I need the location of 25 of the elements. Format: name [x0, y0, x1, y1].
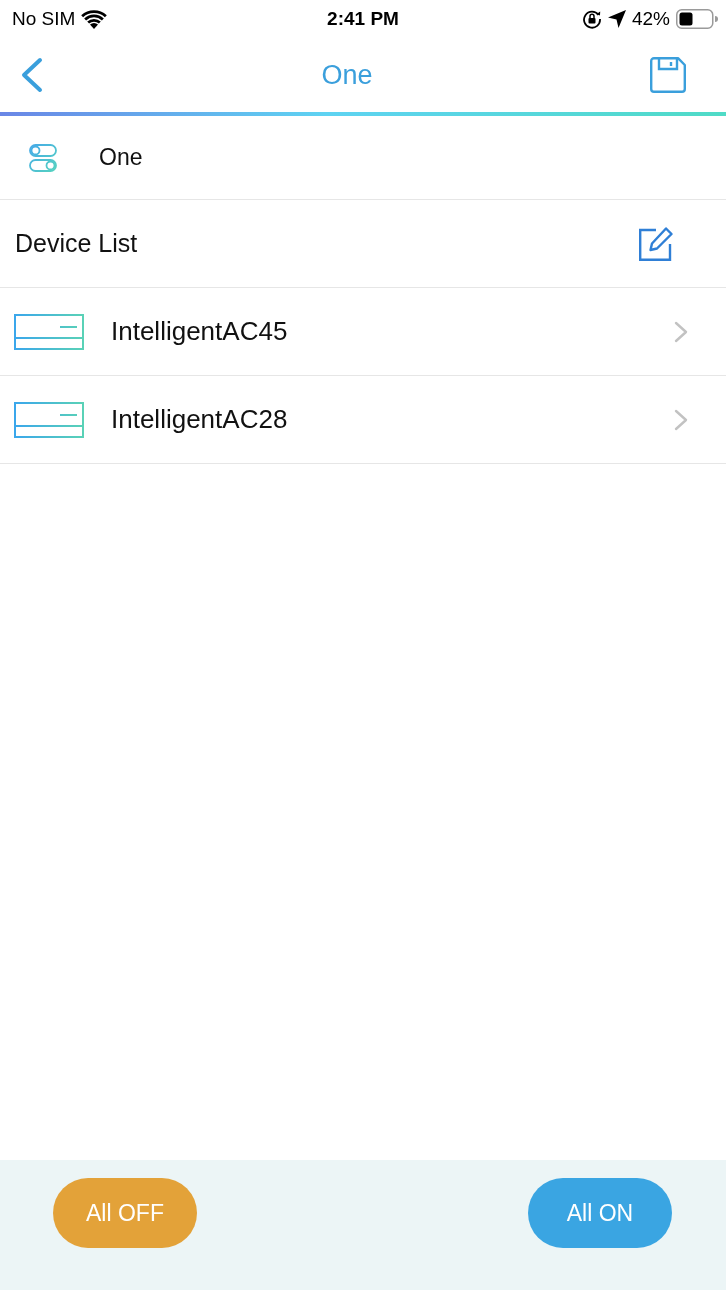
section-title: Device List: [15, 229, 138, 258]
device-name: IntelligentAC28: [111, 404, 289, 435]
wifi-icon: [81, 9, 108, 29]
back-button[interactable]: [20, 57, 44, 93]
battery-percent: 42%: [631, 8, 670, 30]
chevron-right-icon: [674, 408, 688, 431]
nav-title: One: [321, 59, 373, 91]
save-icon: [650, 57, 686, 93]
location-arrow-icon: [607, 10, 626, 28]
toggle-switches-icon: [29, 143, 57, 172]
scene-name: One: [99, 144, 143, 171]
battery-icon: [676, 9, 718, 29]
carrier-label: No SIM: [12, 8, 76, 30]
device-name: IntelligentAC45: [111, 316, 289, 347]
device-row[interactable]: IntelligentAC45: [0, 288, 726, 376]
chevron-right-icon: [674, 320, 688, 343]
rotation-lock-icon: [581, 9, 602, 29]
air-conditioner-icon: [14, 401, 84, 438]
device-row[interactable]: IntelligentAC28: [0, 376, 726, 464]
save-button[interactable]: [650, 57, 686, 93]
back-chevron-icon: [20, 57, 44, 93]
edit-button[interactable]: [639, 226, 673, 261]
edit-icon: [639, 226, 673, 261]
air-conditioner-icon: [14, 313, 84, 350]
clock-time: 2:41 PM: [327, 8, 399, 30]
